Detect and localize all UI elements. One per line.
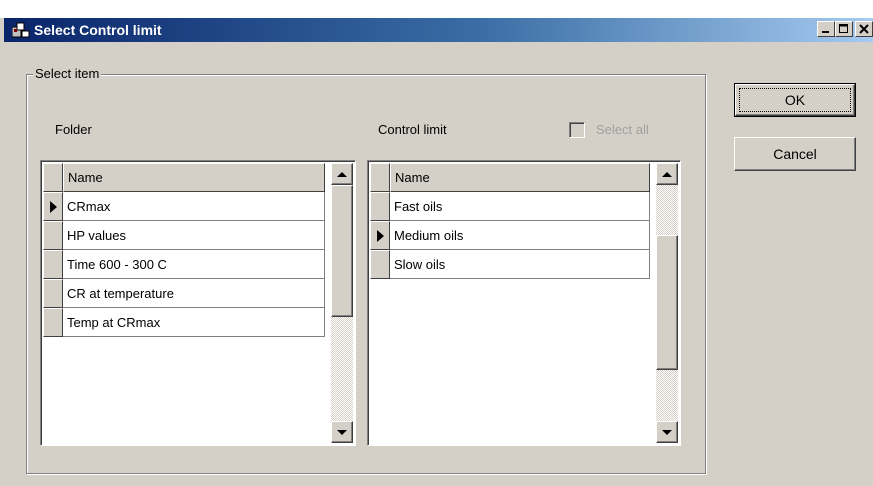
maximize-icon: [839, 24, 848, 33]
folder-scroll-thumb[interactable]: [331, 185, 353, 317]
control-limit-row[interactable]: Fast oils: [370, 192, 650, 221]
folder-header-row: Name: [43, 163, 325, 192]
row-indicator: [43, 250, 63, 279]
header-indicator: [370, 163, 390, 192]
folder-row-name[interactable]: Temp at CRmax: [63, 308, 325, 337]
cancel-button-label: Cancel: [773, 146, 817, 162]
cancel-button[interactable]: Cancel: [734, 137, 856, 171]
control-limit-column-header[interactable]: Name: [390, 163, 650, 192]
row-indicator: [370, 250, 390, 279]
control-limit-scroll-up-button[interactable]: [656, 163, 678, 185]
select-all-checkbox[interactable]: [569, 122, 585, 138]
folder-row-name[interactable]: CR at temperature: [63, 279, 325, 308]
header-indicator: [43, 163, 63, 192]
arrow-up-icon: [662, 171, 672, 177]
title-bar[interactable]: Select Control limit: [4, 18, 873, 42]
folder-row-name[interactable]: HP values: [63, 221, 325, 250]
row-indicator: [370, 192, 390, 221]
control-limit-scroll-thumb[interactable]: [656, 235, 678, 370]
folder-scroll-down-button[interactable]: [331, 421, 353, 443]
control-limit-row[interactable]: Medium oils: [370, 221, 650, 250]
arrow-down-icon: [337, 429, 347, 435]
control-limit-vertical-scrollbar[interactable]: [656, 163, 678, 443]
ok-button-label: OK: [784, 92, 806, 108]
control-limit-row-name[interactable]: Fast oils: [390, 192, 650, 221]
current-row-arrow-icon: [50, 201, 57, 213]
folder-row[interactable]: HP values: [43, 221, 325, 250]
folder-row[interactable]: Time 600 - 300 C: [43, 250, 325, 279]
current-row-arrow-icon: [377, 230, 384, 242]
minimize-button[interactable]: [817, 21, 835, 37]
folder-row-name[interactable]: CRmax: [63, 192, 325, 221]
control-limit-label: Control limit: [378, 122, 447, 137]
folder-grid[interactable]: Name CRmax HP values Time 600 - 300 C CR…: [40, 160, 356, 446]
close-icon: [859, 24, 869, 34]
row-indicator: [43, 221, 63, 250]
window-title: Select Control limit: [34, 22, 162, 38]
row-indicator: [43, 308, 63, 337]
control-limit-row-name[interactable]: Slow oils: [390, 250, 650, 279]
folder-column-header[interactable]: Name: [63, 163, 325, 192]
folder-scroll-up-button[interactable]: [331, 163, 353, 185]
control-limit-scroll-down-button[interactable]: [656, 421, 678, 443]
row-indicator: [43, 279, 63, 308]
folder-row[interactable]: CR at temperature: [43, 279, 325, 308]
control-limit-header-row: Name: [370, 163, 650, 192]
folder-row[interactable]: Temp at CRmax: [43, 308, 325, 337]
row-indicator: [370, 221, 390, 250]
control-limit-grid[interactable]: Name Fast oils Medium oils Slow oils: [367, 160, 681, 446]
select-all-label: Select all: [596, 122, 649, 137]
app-icon: [11, 22, 30, 38]
dialog-window: Select Control limit Select item Folder …: [0, 0, 873, 486]
folder-label: Folder: [55, 122, 92, 137]
maximize-button[interactable]: [835, 21, 853, 37]
row-indicator: [43, 192, 63, 221]
folder-row[interactable]: CRmax: [43, 192, 325, 221]
minimize-icon: [822, 31, 829, 33]
ok-button[interactable]: OK: [734, 83, 856, 117]
control-limit-row-name[interactable]: Medium oils: [390, 221, 650, 250]
control-limit-row[interactable]: Slow oils: [370, 250, 650, 279]
folder-row-name[interactable]: Time 600 - 300 C: [63, 250, 325, 279]
close-button[interactable]: [855, 21, 873, 37]
group-legend: Select item: [33, 66, 102, 81]
top-strip: [0, 0, 873, 18]
folder-vertical-scrollbar[interactable]: [331, 163, 353, 443]
arrow-up-icon: [337, 171, 347, 177]
arrow-down-icon: [662, 429, 672, 435]
